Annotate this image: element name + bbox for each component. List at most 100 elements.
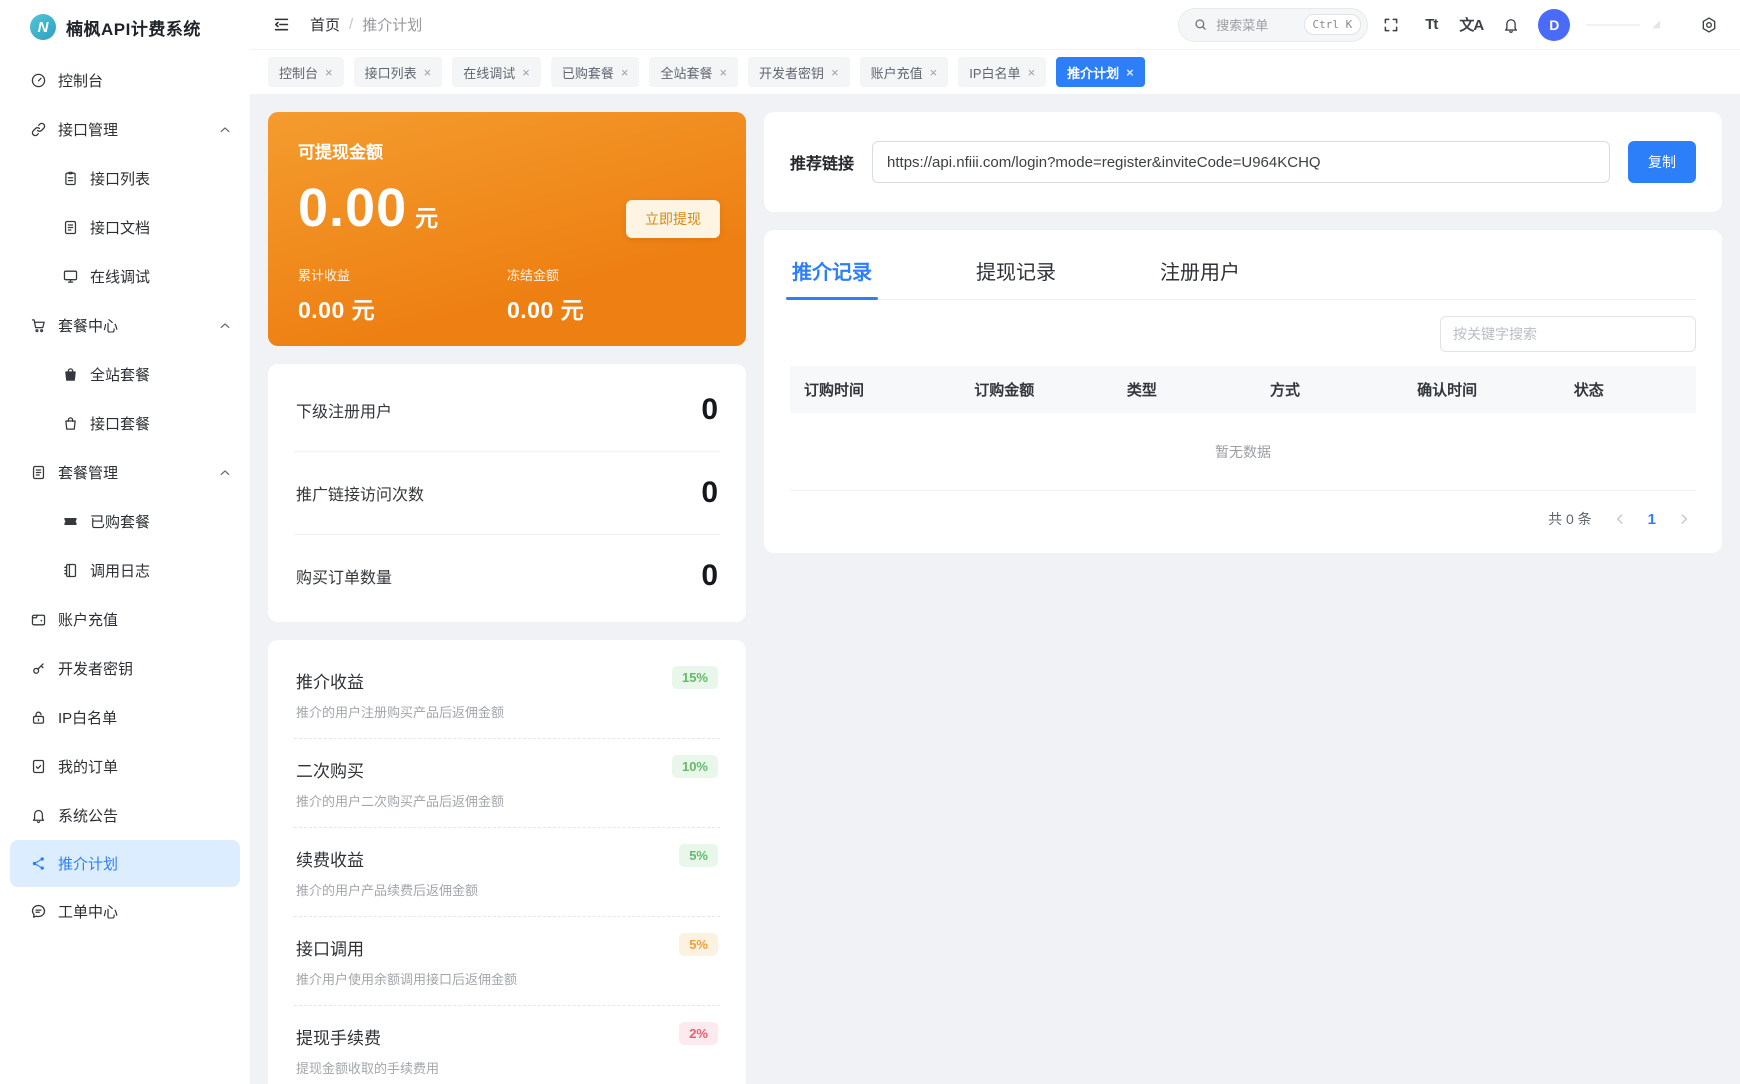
column-header: 确认时间: [1403, 366, 1560, 413]
close-icon[interactable]: [719, 66, 727, 79]
tab-purchased-packages[interactable]: 已购套餐: [551, 57, 640, 87]
copy-button[interactable]: 复制: [1628, 141, 1696, 183]
sidebar-item-call-logs[interactable]: 调用日志: [0, 546, 250, 595]
commission-row-referral: 推介收益 推介的用户注册购买产品后返佣金额 15%: [294, 650, 720, 739]
sidebar-item-label: 控制台: [58, 70, 103, 91]
sidebar-item-referral-plan[interactable]: 推介计划: [10, 840, 240, 887]
tab-site-packages[interactable]: 全站套餐: [649, 57, 738, 87]
sidebar-item-my-orders[interactable]: 我的订单: [0, 742, 250, 791]
document-icon: [62, 219, 79, 236]
referral-link-card: 推荐链接 复制: [764, 112, 1722, 212]
sidebar-item-label: 接口管理: [58, 119, 118, 140]
prev-page-icon[interactable]: [1612, 511, 1628, 527]
sidebar-group-package-management[interactable]: 套餐管理: [0, 448, 250, 497]
sidebar-item-console[interactable]: 控制台: [0, 56, 250, 105]
tab-api-list[interactable]: 接口列表: [354, 57, 443, 87]
breadcrumb: 首页 / 推介计划: [310, 14, 422, 35]
keyword-search-input[interactable]: [1440, 316, 1696, 352]
wallet-icon: [30, 611, 47, 628]
tab-label: 控制台: [279, 63, 318, 82]
sidebar-item-site-packages[interactable]: 全站套餐: [0, 350, 250, 399]
stat-label: 冻结金额: [507, 265, 716, 284]
chevron-up-icon: [218, 123, 232, 137]
sidebar-item-api-docs[interactable]: 接口文档: [0, 203, 250, 252]
settings-button[interactable]: [1692, 8, 1726, 42]
font-size-button[interactable]: Tt: [1414, 8, 1448, 42]
tab-withdrawal-records[interactable]: 提现记录: [974, 248, 1058, 299]
sidebar-item-purchased-packages[interactable]: 已购套餐: [0, 497, 250, 546]
link-icon: [30, 121, 47, 138]
sidebar-collapse-button[interactable]: [268, 12, 294, 38]
menu-search-input[interactable]: 搜索菜单 Ctrl K: [1178, 8, 1368, 42]
close-icon[interactable]: [1028, 66, 1036, 79]
tab-online-debug[interactable]: 在线调试: [452, 57, 541, 87]
page-number[interactable]: 1: [1648, 511, 1656, 528]
close-icon[interactable]: [424, 66, 432, 79]
app-logo: N 楠枫API计费系统: [0, 0, 250, 50]
close-icon[interactable]: [930, 66, 938, 79]
sidebar-item-api-packages[interactable]: 接口套餐: [0, 399, 250, 448]
sidebar-item-announcements[interactable]: 系统公告: [0, 791, 250, 840]
tab-label: 已购套餐: [562, 63, 614, 82]
tab-referral-records[interactable]: 推介记录: [790, 248, 874, 299]
sidebar-item-label: 账户充值: [58, 609, 118, 630]
language-button[interactable]: 文A: [1454, 8, 1488, 42]
close-icon[interactable]: [621, 66, 629, 79]
tab-label: 开发者密钥: [759, 63, 824, 82]
sidebar-item-label: 接口列表: [90, 168, 150, 189]
referral-link-input[interactable]: [872, 141, 1610, 183]
withdrawable-balance-card: 可提现金额 0.00 元 立即提现 累计收益 0.00 元 冻结金额 0.0: [268, 112, 746, 346]
amount-value: 0.00: [298, 177, 407, 239]
tab-account-recharge[interactable]: 账户充值: [860, 57, 949, 87]
commission-title: 提现手续费: [296, 1024, 718, 1049]
page-content: 可提现金额 0.00 元 立即提现 累计收益 0.00 元 冻结金额 0.0: [250, 94, 1740, 1084]
sidebar-group-api-management[interactable]: 接口管理: [0, 105, 250, 154]
sidebar-item-account-recharge[interactable]: 账户充值: [0, 595, 250, 644]
sidebar-item-ip-whitelist[interactable]: IP白名单: [0, 693, 250, 742]
sidebar-group-package-center[interactable]: 套餐中心: [0, 301, 250, 350]
lock-icon: [30, 709, 47, 726]
sidebar-item-ticket-center[interactable]: 工单中心: [0, 887, 250, 936]
next-page-icon[interactable]: [1676, 511, 1692, 527]
counter-row-link-visits: 推广链接访问次数 0: [294, 452, 720, 535]
left-column: 可提现金额 0.00 元 立即提现 累计收益 0.00 元 冻结金额 0.0: [268, 112, 746, 1066]
tab-referral-plan[interactable]: 推介计划: [1056, 57, 1145, 87]
tab-label: 在线调试: [463, 63, 515, 82]
bell-icon: [30, 807, 47, 824]
tab-ip-whitelist[interactable]: IP白名单: [958, 57, 1046, 87]
sidebar-item-label: 已购套餐: [90, 511, 150, 532]
chevron-up-icon: [218, 319, 232, 333]
counter-value: 0: [701, 559, 718, 593]
sidebar-item-online-debug[interactable]: 在线调试: [0, 252, 250, 301]
bag-icon: [62, 415, 79, 432]
order-icon: [30, 758, 47, 775]
percentage-badge: 2%: [679, 1022, 718, 1045]
close-icon[interactable]: [1126, 66, 1134, 79]
counter-row-purchase-orders: 购买订单数量 0: [294, 535, 720, 617]
bag-filled-icon: [62, 366, 79, 383]
close-icon[interactable]: [325, 66, 333, 79]
app-title: 楠枫API计费系统: [66, 15, 201, 40]
withdraw-now-button[interactable]: 立即提现: [626, 200, 720, 238]
tab-registered-users[interactable]: 注册用户: [1158, 248, 1242, 299]
fullscreen-button[interactable]: [1374, 8, 1408, 42]
total-earnings-stat: 累计收益 0.00 元: [298, 265, 507, 325]
tab-label: 推介计划: [1067, 63, 1119, 82]
sidebar-item-api-list[interactable]: 接口列表: [0, 154, 250, 203]
tab-developer-keys[interactable]: 开发者密钥: [748, 57, 850, 87]
close-icon[interactable]: [831, 66, 839, 79]
sidebar-item-developer-keys[interactable]: 开发者密钥: [0, 644, 250, 693]
fullscreen-icon: [1382, 16, 1400, 34]
user-avatar[interactable]: D: [1538, 9, 1570, 41]
records-tabs: 推介记录 提现记录 注册用户: [790, 248, 1696, 300]
sidebar-item-label: 接口套餐: [90, 413, 150, 434]
tab-console[interactable]: 控制台: [268, 57, 344, 87]
column-header: 订购时间: [790, 366, 960, 413]
close-icon[interactable]: [522, 66, 530, 79]
stat-value: 0.00 元: [507, 291, 716, 325]
percentage-badge: 5%: [679, 844, 718, 867]
font-size-icon: Tt: [1425, 16, 1437, 33]
notifications-button[interactable]: [1494, 8, 1528, 42]
tab-label: 接口列表: [365, 63, 417, 82]
breadcrumb-home[interactable]: 首页: [310, 14, 340, 35]
